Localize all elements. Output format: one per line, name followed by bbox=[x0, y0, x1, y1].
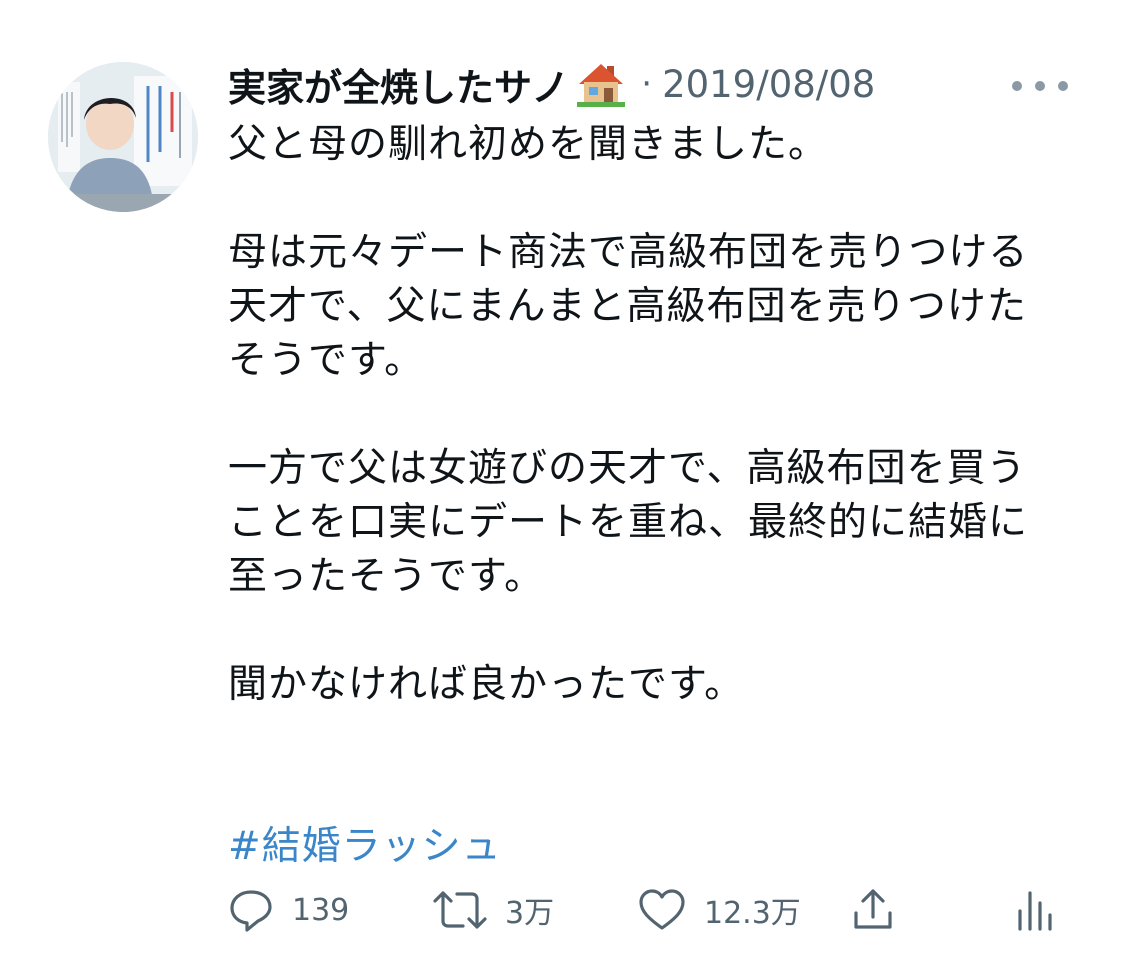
like-button[interactable]: 12.3万 bbox=[638, 880, 801, 940]
tweet-line: 父と母の馴れ初めを聞きました。 bbox=[228, 122, 829, 167]
reply-count: 139 bbox=[292, 892, 350, 928]
hashtag-link[interactable]: #結婚ラッシュ bbox=[228, 820, 1098, 874]
tweet-line: 天才で、父にまんまと高級布団を売りつけた bbox=[228, 284, 1027, 329]
tweet-line: ことを口実にデートを重ね、最終的に結婚に bbox=[228, 500, 1029, 545]
tweet-line: 母は元々デート商法で高級布団を売りつける bbox=[228, 230, 1029, 275]
share-button[interactable] bbox=[850, 880, 896, 940]
action-bar: 139 3万 12.3万 bbox=[228, 880, 1068, 940]
tweet-text: 父と母の馴れ初めを聞きました。 母は元々デート商法で高級布団を売りつける 天才で… bbox=[228, 118, 1098, 874]
retweet-count: 3万 bbox=[505, 896, 555, 931]
like-count: 12.3万 bbox=[704, 896, 801, 931]
tweet-line: 聞かなければ良かったです。 bbox=[228, 662, 745, 707]
avatar[interactable] bbox=[48, 62, 198, 212]
retweet-button[interactable]: 3万 bbox=[433, 880, 554, 940]
share-icon bbox=[854, 889, 892, 929]
retweet-icon bbox=[433, 891, 487, 929]
tweet-line: 至ったそうです。 bbox=[228, 554, 545, 599]
analytics-icon bbox=[1018, 891, 1052, 931]
reply-button[interactable]: 139 bbox=[228, 880, 349, 940]
heart-icon bbox=[639, 889, 685, 930]
house-with-garden-icon bbox=[575, 60, 627, 108]
header-separator: · bbox=[641, 64, 653, 104]
reply-icon bbox=[230, 890, 272, 932]
display-name[interactable]: 実家が全焼したサノ bbox=[228, 57, 569, 112]
more-dot bbox=[1035, 81, 1045, 91]
more-options-icon[interactable] bbox=[1012, 72, 1068, 100]
tweet-header: 実家が全焼したサノ · 2019/08/08 bbox=[228, 54, 1088, 114]
more-dot bbox=[1012, 81, 1022, 91]
more-dot bbox=[1058, 81, 1068, 91]
tweet-line: そうです。 bbox=[228, 338, 425, 383]
analytics-button[interactable] bbox=[1014, 880, 1054, 940]
tweet-date[interactable]: 2019/08/08 bbox=[662, 63, 875, 106]
avatar-photo bbox=[48, 62, 198, 212]
tweet-line: 一方で父は女遊びの天才で、高級布団を買う bbox=[228, 446, 1027, 491]
